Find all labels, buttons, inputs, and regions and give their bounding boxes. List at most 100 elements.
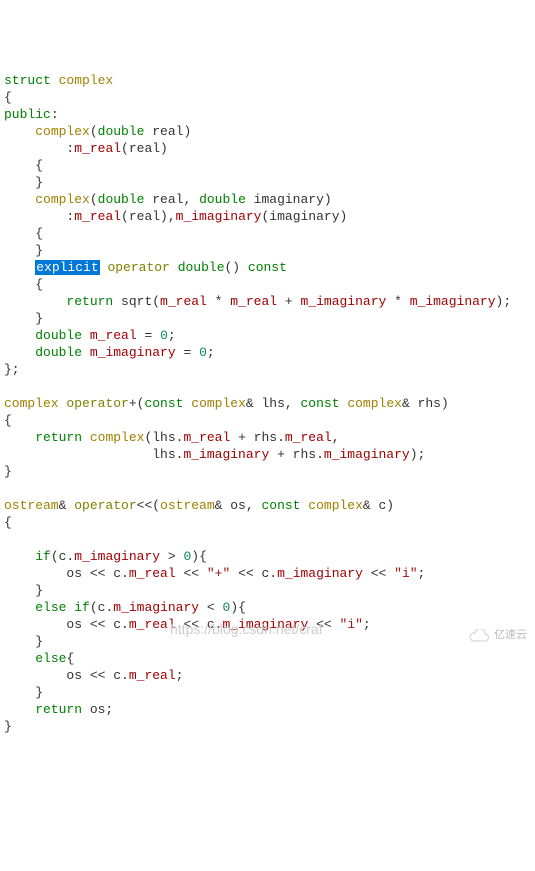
member-mimag: m_imaginary (222, 617, 308, 632)
type-ostream: ostream (4, 498, 59, 513)
member-mimag: m_imaginary (410, 294, 496, 309)
type-complex: complex (90, 430, 145, 445)
brace: } (4, 719, 12, 734)
member-mimag: m_imaginary (74, 549, 160, 564)
shift-c: << c. (230, 566, 277, 581)
brace: } (35, 311, 43, 326)
member-mimag: m_imaginary (300, 294, 386, 309)
sp (82, 345, 90, 360)
semi: ; (168, 328, 176, 343)
os-shift: os << c. (66, 566, 128, 581)
member-mreal: m_real (129, 566, 176, 581)
keyword-double: double (98, 192, 145, 207)
member-mimag: m_imaginary (277, 566, 363, 581)
ctor-complex: complex (35, 124, 90, 139)
num-zero: 0 (160, 328, 168, 343)
cond-close-brace: ){ (191, 549, 207, 564)
brace: { (35, 158, 43, 173)
keyword-const: const (248, 260, 287, 275)
init-imag: (imaginary) (261, 209, 347, 224)
keyword-return: return (66, 294, 113, 309)
brace: { (4, 90, 12, 105)
string-i: "i" (394, 566, 417, 581)
op-gt: > (160, 549, 183, 564)
brace: } (35, 583, 43, 598)
keyword-double: double (98, 124, 145, 139)
keyword-const: const (144, 396, 183, 411)
brace: } (35, 685, 43, 700)
brace: } (35, 243, 43, 258)
brace: } (35, 634, 43, 649)
amp: & (59, 498, 75, 513)
op-eq: = (176, 345, 199, 360)
param-imag: imaginary) (246, 192, 332, 207)
struct-end: }; (4, 362, 20, 377)
string-i: "i" (340, 617, 363, 632)
keyword-double: double (35, 345, 82, 360)
keyword-public: public (4, 107, 51, 122)
op-mul: * (207, 294, 230, 309)
colon: : (51, 107, 59, 122)
keyword-const: const (261, 498, 300, 513)
keyword-explicit-highlighted: explicit (35, 260, 99, 275)
os-shift: os << c. (66, 617, 128, 632)
num-zero: 0 (199, 345, 207, 360)
cond-close-brace: ){ (230, 600, 246, 615)
op-plus-paren: +( (129, 396, 145, 411)
keyword-operator: operator (66, 396, 128, 411)
keyword-double: double (178, 260, 225, 275)
string-plus: "+" (207, 566, 230, 581)
member-mreal: m_real (74, 141, 121, 156)
sp (82, 430, 90, 445)
member-mimag: m_imaginary (183, 447, 269, 462)
cond-open: (c. (90, 600, 113, 615)
cloud-icon (468, 629, 490, 643)
keyword-if: if (74, 600, 90, 615)
cond-open: (c. (51, 549, 74, 564)
lhs-dot: lhs. (152, 447, 183, 462)
op-lt: < (199, 600, 222, 615)
paren: () (225, 260, 248, 275)
shift: << (176, 566, 207, 581)
semi: ; (418, 566, 426, 581)
lhs-dot: (lhs. (144, 430, 183, 445)
lparen: ( (90, 124, 98, 139)
member-mreal: m_real (74, 209, 121, 224)
semi: ; (207, 345, 215, 360)
shift: << (308, 617, 339, 632)
type-complex: complex (191, 396, 246, 411)
keyword-else: else (35, 600, 66, 615)
brace: { (66, 651, 74, 666)
param-c: & c) (363, 498, 394, 513)
keyword-struct: struct (4, 73, 51, 88)
type-complex: complex (347, 396, 402, 411)
type-ostream: ostream (160, 498, 215, 513)
os-shift: os << c. (66, 668, 128, 683)
brace: { (35, 226, 43, 241)
member-mreal: m_real (285, 430, 332, 445)
param-lhs: & lhs, (246, 396, 301, 411)
keyword-operator: operator (107, 260, 169, 275)
member-mreal: m_real (160, 294, 207, 309)
brace: } (35, 175, 43, 190)
stmt-end: ); (410, 447, 426, 462)
op-shift-paren: <<( (137, 498, 160, 513)
comma: , (332, 430, 340, 445)
brace: { (4, 515, 12, 530)
param-os: & os, (215, 498, 262, 513)
keyword-const: const (301, 396, 340, 411)
keyword-operator: operator (74, 498, 136, 513)
init-real: (real), (121, 209, 176, 224)
keyword-double: double (199, 192, 246, 207)
member-mreal: m_real (90, 328, 137, 343)
brace: { (35, 277, 43, 292)
member-mreal: m_real (129, 617, 176, 632)
keyword-return: return (35, 430, 82, 445)
param-real: real) (144, 124, 191, 139)
ctor-complex: complex (35, 192, 90, 207)
lparen: ( (90, 192, 98, 207)
keyword-if: if (35, 549, 51, 564)
plus-rhs: + rhs. (269, 447, 324, 462)
init-real: (real) (121, 141, 168, 156)
sqrt-call: sqrt( (113, 294, 160, 309)
